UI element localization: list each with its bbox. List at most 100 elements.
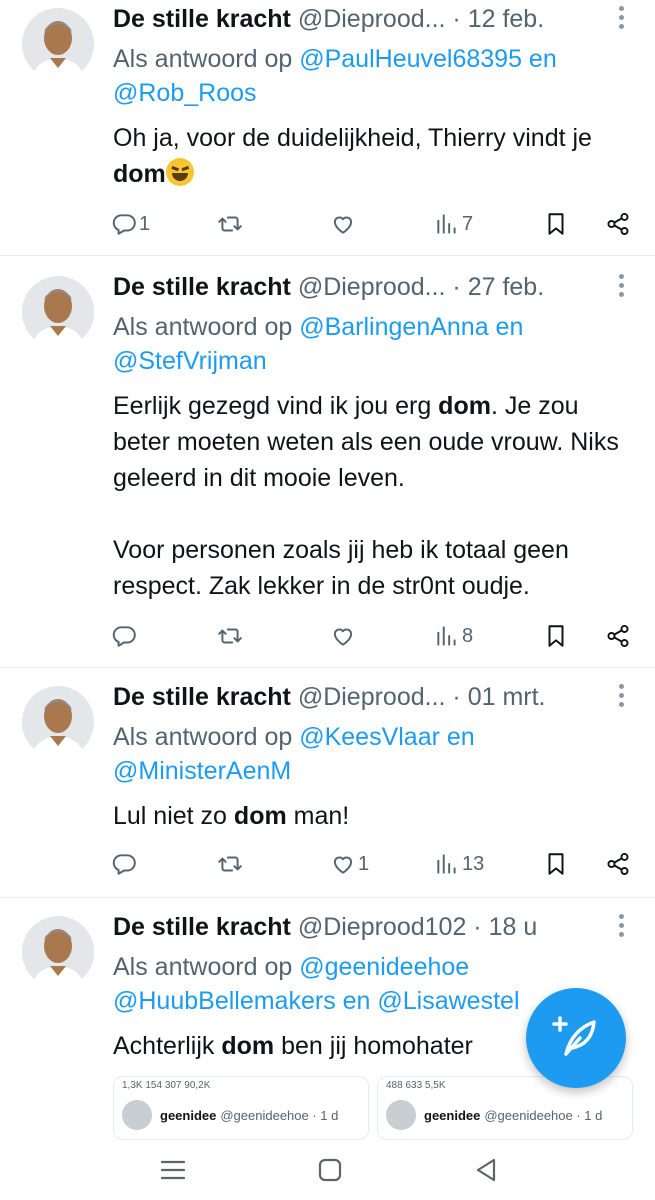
mention-link[interactable]: @PaulHeuvel68395 en xyxy=(299,45,557,73)
tweet-actions: 8 xyxy=(111,616,633,656)
retweet-button[interactable] xyxy=(217,844,243,884)
reply-icon xyxy=(112,626,136,647)
bold-word: dom xyxy=(113,160,166,188)
user-handle[interactable]: @Dieprood... xyxy=(298,683,446,711)
tweet-text: Oh ja, voor de duidelijkheid, Thierry vi… xyxy=(113,124,599,188)
tweet[interactable]: De stille kracht @Dieprood... · 12 feb. … xyxy=(0,0,655,256)
timeline-feed: De stille kracht @Dieprood... · 12 feb. … xyxy=(0,0,655,1140)
avatar xyxy=(386,1100,416,1130)
recent-apps-icon xyxy=(160,1160,186,1180)
share-button[interactable] xyxy=(605,616,631,656)
reply-icon xyxy=(112,854,136,875)
share-icon xyxy=(607,212,629,236)
embed-handle: @geenideehoe · 1 d xyxy=(220,1107,339,1123)
avatar xyxy=(122,1100,152,1130)
bookmark-icon xyxy=(548,853,564,875)
reply-button[interactable] xyxy=(111,844,139,884)
user-handle[interactable]: @Dieprood... xyxy=(298,273,446,301)
more-options-icon[interactable] xyxy=(611,274,631,300)
reply-icon xyxy=(112,214,136,235)
avatar[interactable] xyxy=(22,276,94,348)
views-button[interactable]: 7 xyxy=(434,204,473,244)
retweet-button[interactable] xyxy=(217,616,243,656)
share-icon xyxy=(607,624,629,648)
views-icon xyxy=(437,626,456,646)
tweet-actions: 1 7 xyxy=(111,204,633,244)
heart-icon xyxy=(333,856,353,874)
avatar[interactable] xyxy=(22,8,94,80)
share-button[interactable] xyxy=(605,844,631,884)
display-name[interactable]: De stille kracht xyxy=(113,913,291,941)
bookmark-icon xyxy=(548,213,564,235)
mention-link[interactable]: @StefVrijman xyxy=(113,347,267,375)
tweet-text: Eerlijk gezegd vind ik jou erg dom. Je z… xyxy=(113,392,619,600)
like-button[interactable] xyxy=(330,616,358,656)
display-name[interactable]: De stille kracht xyxy=(113,273,291,301)
views-icon xyxy=(437,214,456,234)
tweet[interactable]: De stille kracht @Dieprood... · 01 mrt. … xyxy=(0,668,655,898)
retweet-button[interactable] xyxy=(217,204,243,244)
heart-icon xyxy=(333,628,353,646)
heart-icon xyxy=(333,216,353,234)
mention-link[interactable]: @KeesVlaar en xyxy=(299,723,474,751)
bookmark-button[interactable] xyxy=(543,616,569,656)
bookmark-button[interactable] xyxy=(543,844,569,884)
tweet-date[interactable]: 27 feb. xyxy=(468,273,544,301)
user-handle[interactable]: @Dieprood... xyxy=(298,5,446,33)
home-icon xyxy=(318,1158,342,1182)
mention-link[interactable]: @HuubBellemakers en @Lisawestel xyxy=(113,987,520,1015)
tweet-date[interactable]: 18 u xyxy=(489,913,538,941)
user-handle[interactable]: @Dieprood102 xyxy=(298,913,467,941)
embedded-image[interactable]: 488 633 5,5K geenidee @geenideehoe · 1 d xyxy=(377,1076,633,1140)
back-button[interactable] xyxy=(466,1150,506,1190)
reply-context: Als antwoord op @BarlingenAnna en @StefV… xyxy=(113,310,631,378)
reply-context: Als antwoord op @PaulHeuvel68395 en @Rob… xyxy=(113,42,631,110)
embedded-image[interactable]: 1,3K 154 307 90,2K geenidee @geenideehoe … xyxy=(113,1076,369,1140)
tweet-date[interactable]: 12 feb. xyxy=(468,5,544,33)
separator: · xyxy=(445,5,468,33)
like-button[interactable]: 1 xyxy=(330,844,369,884)
reply-prefix: Als antwoord op xyxy=(113,45,300,73)
like-button[interactable] xyxy=(330,204,358,244)
tweet[interactable]: De stille kracht @Dieprood... · 27 feb. … xyxy=(0,256,655,668)
reply-button[interactable] xyxy=(111,616,139,656)
bold-word: dom xyxy=(438,392,491,420)
reply-prefix: Als antwoord op xyxy=(113,953,300,981)
bold-word: dom xyxy=(221,1032,275,1060)
avatar[interactable] xyxy=(22,686,94,758)
tweet-actions: 1 13 xyxy=(111,844,633,884)
bold-word: dom xyxy=(233,802,287,830)
views-button[interactable]: 13 xyxy=(434,844,484,884)
avatar[interactable] xyxy=(22,916,94,988)
bookmark-button[interactable] xyxy=(543,204,569,244)
reply-button[interactable]: 1 xyxy=(111,204,150,244)
display-name[interactable]: De stille kracht xyxy=(113,5,291,33)
embed-handle: @geenideehoe · 1 d xyxy=(484,1107,603,1123)
like-count: 1 xyxy=(358,852,370,875)
compose-button[interactable] xyxy=(526,988,626,1088)
system-nav-bar xyxy=(0,1140,655,1200)
share-button[interactable] xyxy=(605,204,631,244)
views-button[interactable]: 8 xyxy=(434,616,473,656)
back-icon xyxy=(476,1158,496,1182)
separator: · xyxy=(445,273,468,301)
recent-apps-button[interactable] xyxy=(153,1150,193,1190)
separator: · xyxy=(466,913,489,941)
more-options-icon[interactable] xyxy=(611,6,631,32)
more-options-icon[interactable] xyxy=(611,684,631,710)
more-options-icon[interactable] xyxy=(611,914,631,940)
mention-link[interactable]: @geenideehoe xyxy=(299,953,469,981)
mention-link[interactable]: @MinisterAenM xyxy=(113,757,291,785)
retweet-icon xyxy=(218,628,242,644)
display-name[interactable]: De stille kracht xyxy=(113,683,291,711)
retweet-icon xyxy=(218,856,242,872)
mention-link[interactable]: @Rob_Roos xyxy=(113,79,257,107)
tweet-date[interactable]: 01 mrt. xyxy=(468,683,546,711)
home-button[interactable] xyxy=(310,1150,350,1190)
retweet-icon xyxy=(218,216,242,232)
views-icon xyxy=(437,854,456,874)
mention-link[interactable]: @BarlingenAnna en xyxy=(299,313,523,341)
embed-user: geenidee xyxy=(160,1107,217,1123)
share-icon xyxy=(607,852,629,876)
tweet-text: Lul niet zo dom man! xyxy=(113,802,350,830)
